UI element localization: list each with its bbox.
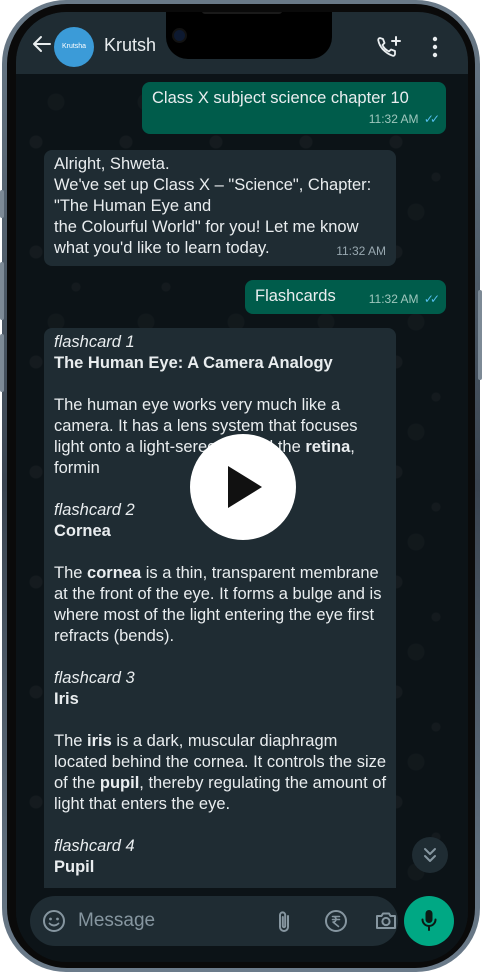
front-camera (174, 30, 185, 41)
message-time: 11:32 AM (368, 292, 419, 306)
flashcard-body: The cornea is a thin, transparent membra… (54, 563, 388, 647)
volume-down-button (0, 334, 4, 392)
message-composer[interactable]: Message (30, 896, 398, 946)
message-incoming[interactable]: Alright, Shweta. We've set up Class X – … (44, 150, 396, 266)
back-arrow-icon[interactable] (32, 34, 52, 54)
message-text: Class X subject science chapter 10 (152, 89, 409, 107)
voice-record-button[interactable] (404, 896, 454, 946)
chevron-double-down-icon (424, 848, 436, 862)
message-outgoing[interactable]: Flashcards 11:32 AM ✓✓ (245, 280, 446, 314)
flashcard-body-text: The (54, 732, 88, 750)
avatar[interactable]: Krutsha (54, 27, 94, 67)
camera-icon[interactable] (374, 909, 398, 933)
message-line: "The Human Eye and (54, 197, 212, 215)
flashcard-title: Iris (54, 690, 79, 708)
play-icon (228, 466, 262, 508)
more-vert-icon[interactable] (432, 36, 438, 58)
message-outgoing[interactable]: Class X subject science chapter 10 11:32… (142, 82, 446, 134)
read-ticks-icon: ✓✓ (423, 292, 440, 306)
notch (166, 12, 332, 59)
flashcard-title: Pupil (54, 858, 95, 876)
screen: Krutsha Krutsh Class X subject science c… (16, 12, 468, 962)
message-line: the Colourful World" for you! Let me kno… (54, 218, 359, 236)
message-time: 11:32 AM (336, 244, 386, 258)
flashcard-label: flashcard 1 (54, 333, 135, 351)
flashcards-content: flashcard 1 The Human Eye: A Camera Anal… (54, 332, 388, 899)
silent-switch (0, 190, 4, 218)
add-call-icon[interactable] (376, 35, 402, 59)
rupee-icon[interactable] (324, 909, 348, 933)
message-meta: 11:32 AM ✓✓ (368, 109, 440, 130)
flashcard-label: flashcard 3 (54, 669, 135, 687)
play-button[interactable] (190, 434, 296, 540)
scroll-to-bottom-button[interactable] (412, 837, 448, 873)
attach-icon[interactable] (274, 909, 294, 935)
flashcard-bold-term: cornea (87, 564, 142, 582)
volume-up-button (0, 262, 4, 320)
flashcard-body-text: The (54, 564, 88, 582)
flashcard-title: The Human Eye: A Camera Analogy (54, 354, 333, 372)
contact-name[interactable]: Krutsh (104, 35, 156, 56)
message-time: 11:32 AM (368, 112, 419, 126)
message-text: Flashcards (255, 287, 336, 305)
flashcard-bold-term: retina (305, 438, 351, 456)
earpiece (202, 12, 282, 14)
flashcard-label: flashcard 4 (54, 837, 135, 855)
message-input[interactable]: Message (78, 910, 155, 932)
message-flashcards[interactable]: flashcard 1 The Human Eye: A Camera Anal… (44, 328, 396, 928)
flashcard-body: The iris is a dark, muscular diaphragm l… (54, 731, 388, 815)
sticker-icon[interactable] (42, 909, 66, 933)
mic-icon (421, 910, 437, 931)
power-button (478, 290, 482, 380)
message-meta: 11:32 AM ✓✓ (368, 289, 440, 310)
read-ticks-icon: ✓✓ (423, 112, 440, 126)
flashcard-bold-term: iris (87, 732, 112, 750)
message-line: We've set up Class X – "Science", Chapte… (54, 176, 372, 194)
flashcard: flashcard 3 Iris The iris is a dark, mus… (54, 668, 388, 815)
flashcard-bold-term: pupil (99, 774, 140, 792)
flashcard: flashcard 4 Pupil (54, 836, 388, 878)
phone-frame: Krutsha Krutsh Class X subject science c… (0, 0, 482, 972)
message-line: Alright, Shweta. (54, 155, 170, 173)
